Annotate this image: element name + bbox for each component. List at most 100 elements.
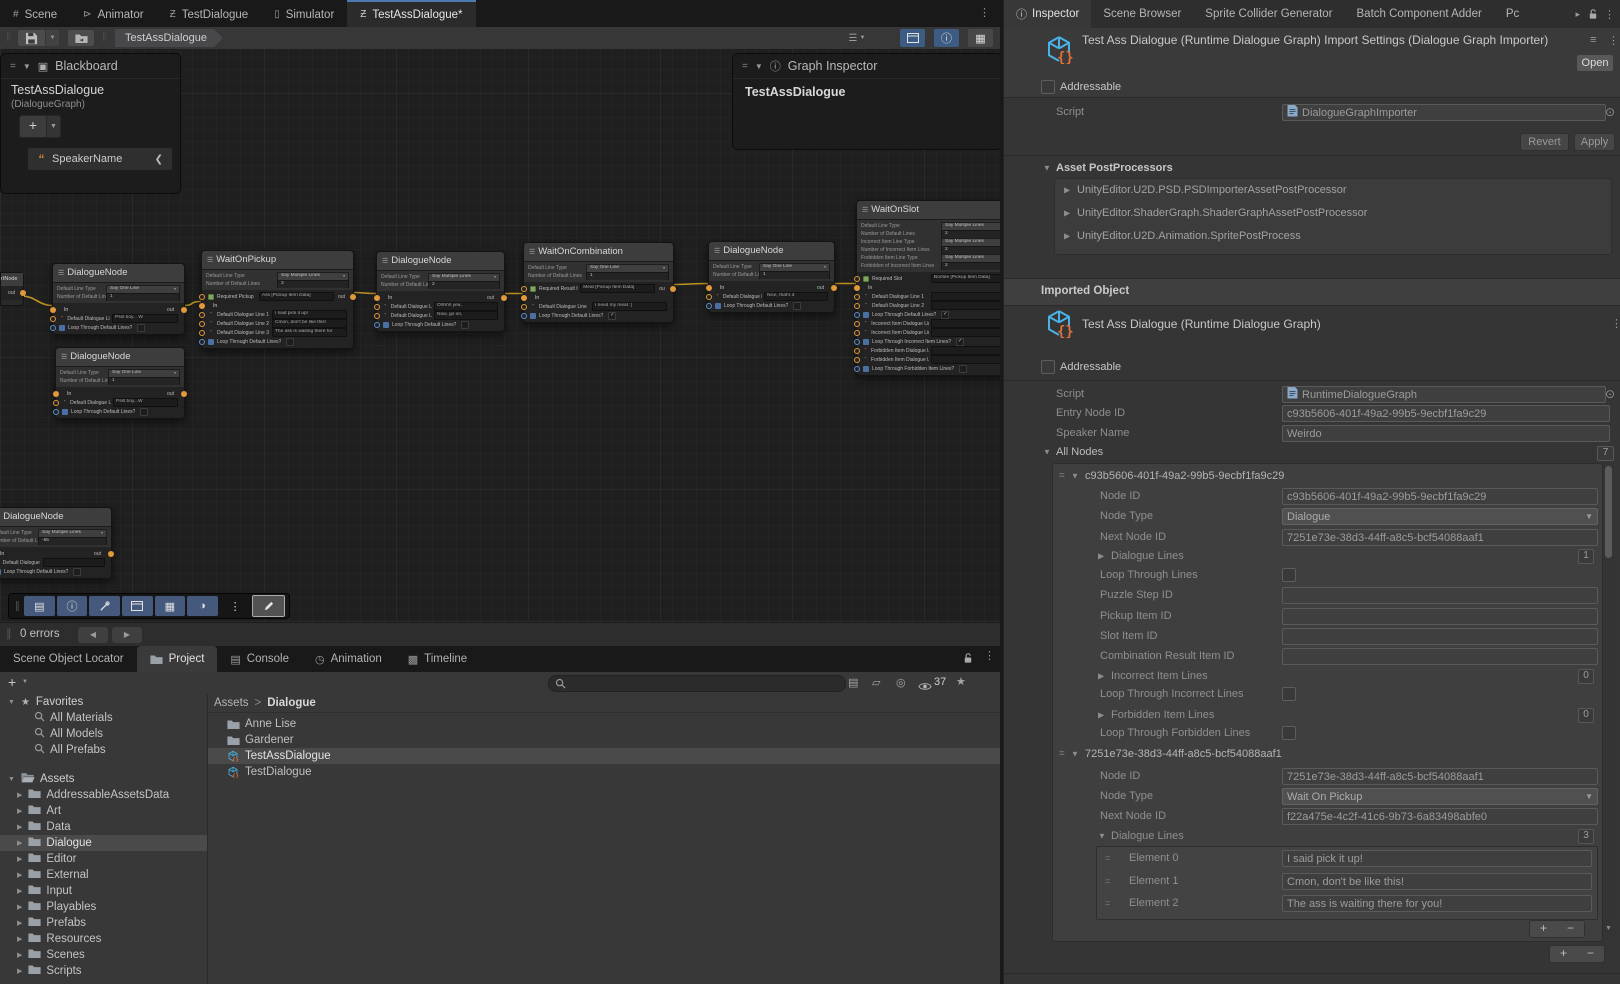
bottom-tab-animation[interactable]: ◷Animation	[302, 646, 395, 672]
in-port[interactable]	[199, 303, 205, 309]
value-field[interactable]: I said pick it up!	[1282, 850, 1592, 867]
node-property-dropdown[interactable]: Say Multiple Lines▾	[941, 254, 1000, 262]
save-options-dropdown[interactable]: ▼	[46, 30, 59, 46]
graph-tool-kebab-icon[interactable]: ⋮	[220, 596, 251, 616]
input-port[interactable]	[706, 294, 712, 300]
breadcrumb-part[interactable]: Assets	[214, 697, 249, 709]
prev-error-button[interactable]: ◀	[78, 627, 108, 643]
tree-item-prefabs[interactable]: ▶Prefabs	[0, 915, 207, 931]
node-property-dropdown[interactable]: Say Multiple Lines▾	[428, 273, 500, 281]
port-checkbox[interactable]: ✓	[956, 338, 964, 346]
input-port[interactable]	[854, 330, 860, 336]
foldout-closed-icon[interactable]: ▶	[17, 823, 22, 831]
tree-item-addressableassetsdata[interactable]: ▶AddressableAssetsData	[0, 787, 207, 803]
input-port[interactable]	[199, 330, 205, 336]
foldout-closed-icon[interactable]: ▶	[17, 807, 22, 815]
value-field[interactable]: c93b5606-401f-49a2-99b5-9ecbf1fa9c29	[1282, 488, 1598, 505]
value-field[interactable]	[1282, 587, 1598, 604]
postprocessor-foldout-icon[interactable]: ▶	[1064, 232, 1070, 241]
input-port[interactable]	[854, 294, 860, 300]
all-nodes-foldout-icon[interactable]: ▼	[1043, 448, 1051, 457]
add-variable-dropdown[interactable]: ▼	[46, 115, 61, 138]
node-property-dropdown[interactable]: Say One Line▾	[586, 264, 669, 272]
header-kebab-icon[interactable]: ⋮	[1608, 34, 1619, 47]
port-checkbox[interactable]	[959, 365, 967, 373]
port-value-field[interactable]	[931, 292, 1000, 301]
blackboard-variable-speakername[interactable]: “SpeakerName❮	[27, 147, 173, 171]
input-port[interactable]	[854, 366, 860, 372]
scrollbar-down-arrow[interactable]: ▼	[1604, 925, 1613, 932]
value-field[interactable]: 7251e73e-38d3-44ff-a8c5-bcf54088aaf1	[1282, 768, 1598, 785]
input-port[interactable]	[521, 286, 527, 292]
value-field[interactable]: 7251e73e-38d3-44ff-a8c5-bcf54088aaf1	[1282, 529, 1598, 546]
foldout-icon[interactable]: ▼	[1098, 832, 1106, 841]
object-picker-icon[interactable]: ⊙	[1605, 105, 1615, 119]
graph-edge[interactable]	[352, 293, 376, 294]
value-field[interactable]	[1282, 648, 1598, 665]
node-property-dropdown[interactable]: Say One Line▾	[108, 369, 180, 377]
tree-item-editor[interactable]: ▶Editor	[0, 851, 207, 867]
tab-scroll-right-icon[interactable]: ▸	[1571, 0, 1584, 28]
node-property-field[interactable]: 1	[108, 377, 180, 385]
node-property-field[interactable]: 1	[759, 271, 830, 279]
inspector-kebab-icon[interactable]: ⋮	[1602, 0, 1620, 28]
input-port[interactable]	[521, 313, 527, 319]
input-port[interactable]	[854, 357, 860, 363]
graph-tool-info-icon[interactable]: ⓘ	[57, 596, 88, 616]
bottom-tab-console[interactable]: ▤Console	[217, 646, 302, 672]
foldout-open-icon[interactable]: ▼	[23, 62, 31, 71]
add-variable-button[interactable]: +	[19, 115, 47, 138]
node-foldout-icon[interactable]: ▼	[1071, 750, 1079, 759]
foldout-icon[interactable]: ▶	[1098, 552, 1104, 561]
port-value-field[interactable]	[43, 558, 105, 567]
addressable-checkbox[interactable]	[1041, 360, 1055, 374]
search-by-type-icon[interactable]: ▤	[848, 676, 858, 689]
inspector-tab-sprite-collider-generator[interactable]: Sprite Collider Generator	[1193, 0, 1344, 28]
value-field[interactable]: Cmon, don't be like this!	[1282, 873, 1592, 890]
tree-item-input[interactable]: ▶Input	[0, 883, 207, 899]
asset-item-anne-lise[interactable]: Anne Lise	[208, 716, 1000, 732]
blackboard-panel[interactable]: = ▼ ▣ Blackboard TestAssDialogue (Dialog…	[0, 53, 181, 194]
foldout-closed-icon[interactable]: ▶	[17, 903, 22, 911]
revert-button[interactable]: Revert	[1520, 133, 1569, 151]
graph-node-dialoguenode-5[interactable]: ☰DialogueNodeDefault Line TypeSay One Li…	[708, 241, 835, 313]
tree-item-scenes[interactable]: ▶Scenes	[0, 947, 207, 963]
input-port[interactable]	[199, 321, 205, 327]
node-header[interactable]: ☰WaitOnPickup	[202, 251, 353, 270]
node-property-field[interactable]: 1	[586, 272, 669, 280]
save-graph-button[interactable]	[18, 30, 45, 46]
row-checkbox[interactable]	[1282, 687, 1296, 701]
presets-icon[interactable]: ≡	[1590, 34, 1596, 46]
inspector-tab-batch-component-adder[interactable]: Batch Component Adder	[1345, 0, 1494, 28]
port-value-field[interactable]: Bonfire [Pickup Item Data]	[931, 274, 1000, 283]
scrollbar-thumb[interactable]	[1605, 466, 1612, 558]
input-port[interactable]	[706, 303, 712, 309]
row-checkbox[interactable]	[1282, 568, 1296, 582]
input-port[interactable]	[854, 303, 860, 309]
dialogue-graph-canvas[interactable]: rtNodeout☰DialogueNodeDefault Line TypeS…	[0, 49, 1000, 622]
foldout-closed-icon[interactable]: ▶	[17, 887, 22, 895]
value-field[interactable]: RuntimeDialogueGraph	[1282, 386, 1606, 403]
node-property-field[interactable]: -55	[38, 537, 107, 545]
input-port[interactable]	[374, 304, 380, 310]
in-port[interactable]	[374, 295, 380, 301]
add-element-button[interactable]: +	[1530, 921, 1557, 937]
input-port[interactable]	[854, 339, 860, 345]
input-port[interactable]	[374, 322, 380, 328]
port-value-field[interactable]: I need my meat :)	[592, 302, 667, 311]
input-port[interactable]	[50, 316, 56, 322]
port-value-field[interactable]	[931, 319, 1000, 328]
port-value-field[interactable]: Now, go on,	[434, 311, 498, 320]
editor-tab-testdialogue[interactable]: ƵTestDialogue	[157, 0, 262, 27]
foldout-closed-icon[interactable]: ▶	[17, 935, 22, 943]
node-drag-handle[interactable]: =	[1059, 471, 1065, 482]
window-kebab-icon[interactable]: ⋮	[969, 0, 1000, 27]
input-port[interactable]	[199, 339, 205, 345]
inspector-tab-inspector[interactable]: ⓘInspector	[1004, 0, 1091, 28]
input-port[interactable]	[521, 304, 527, 310]
element-drag-handle[interactable]: =	[1105, 853, 1110, 863]
node-property-dropdown[interactable]: Say Multiple Lines▾	[941, 222, 1000, 230]
graph-inspector-toggle-button[interactable]: ⓘ	[934, 29, 959, 47]
node-header[interactable]: ☰DialogueNode	[709, 242, 834, 261]
search-input[interactable]	[548, 675, 846, 692]
